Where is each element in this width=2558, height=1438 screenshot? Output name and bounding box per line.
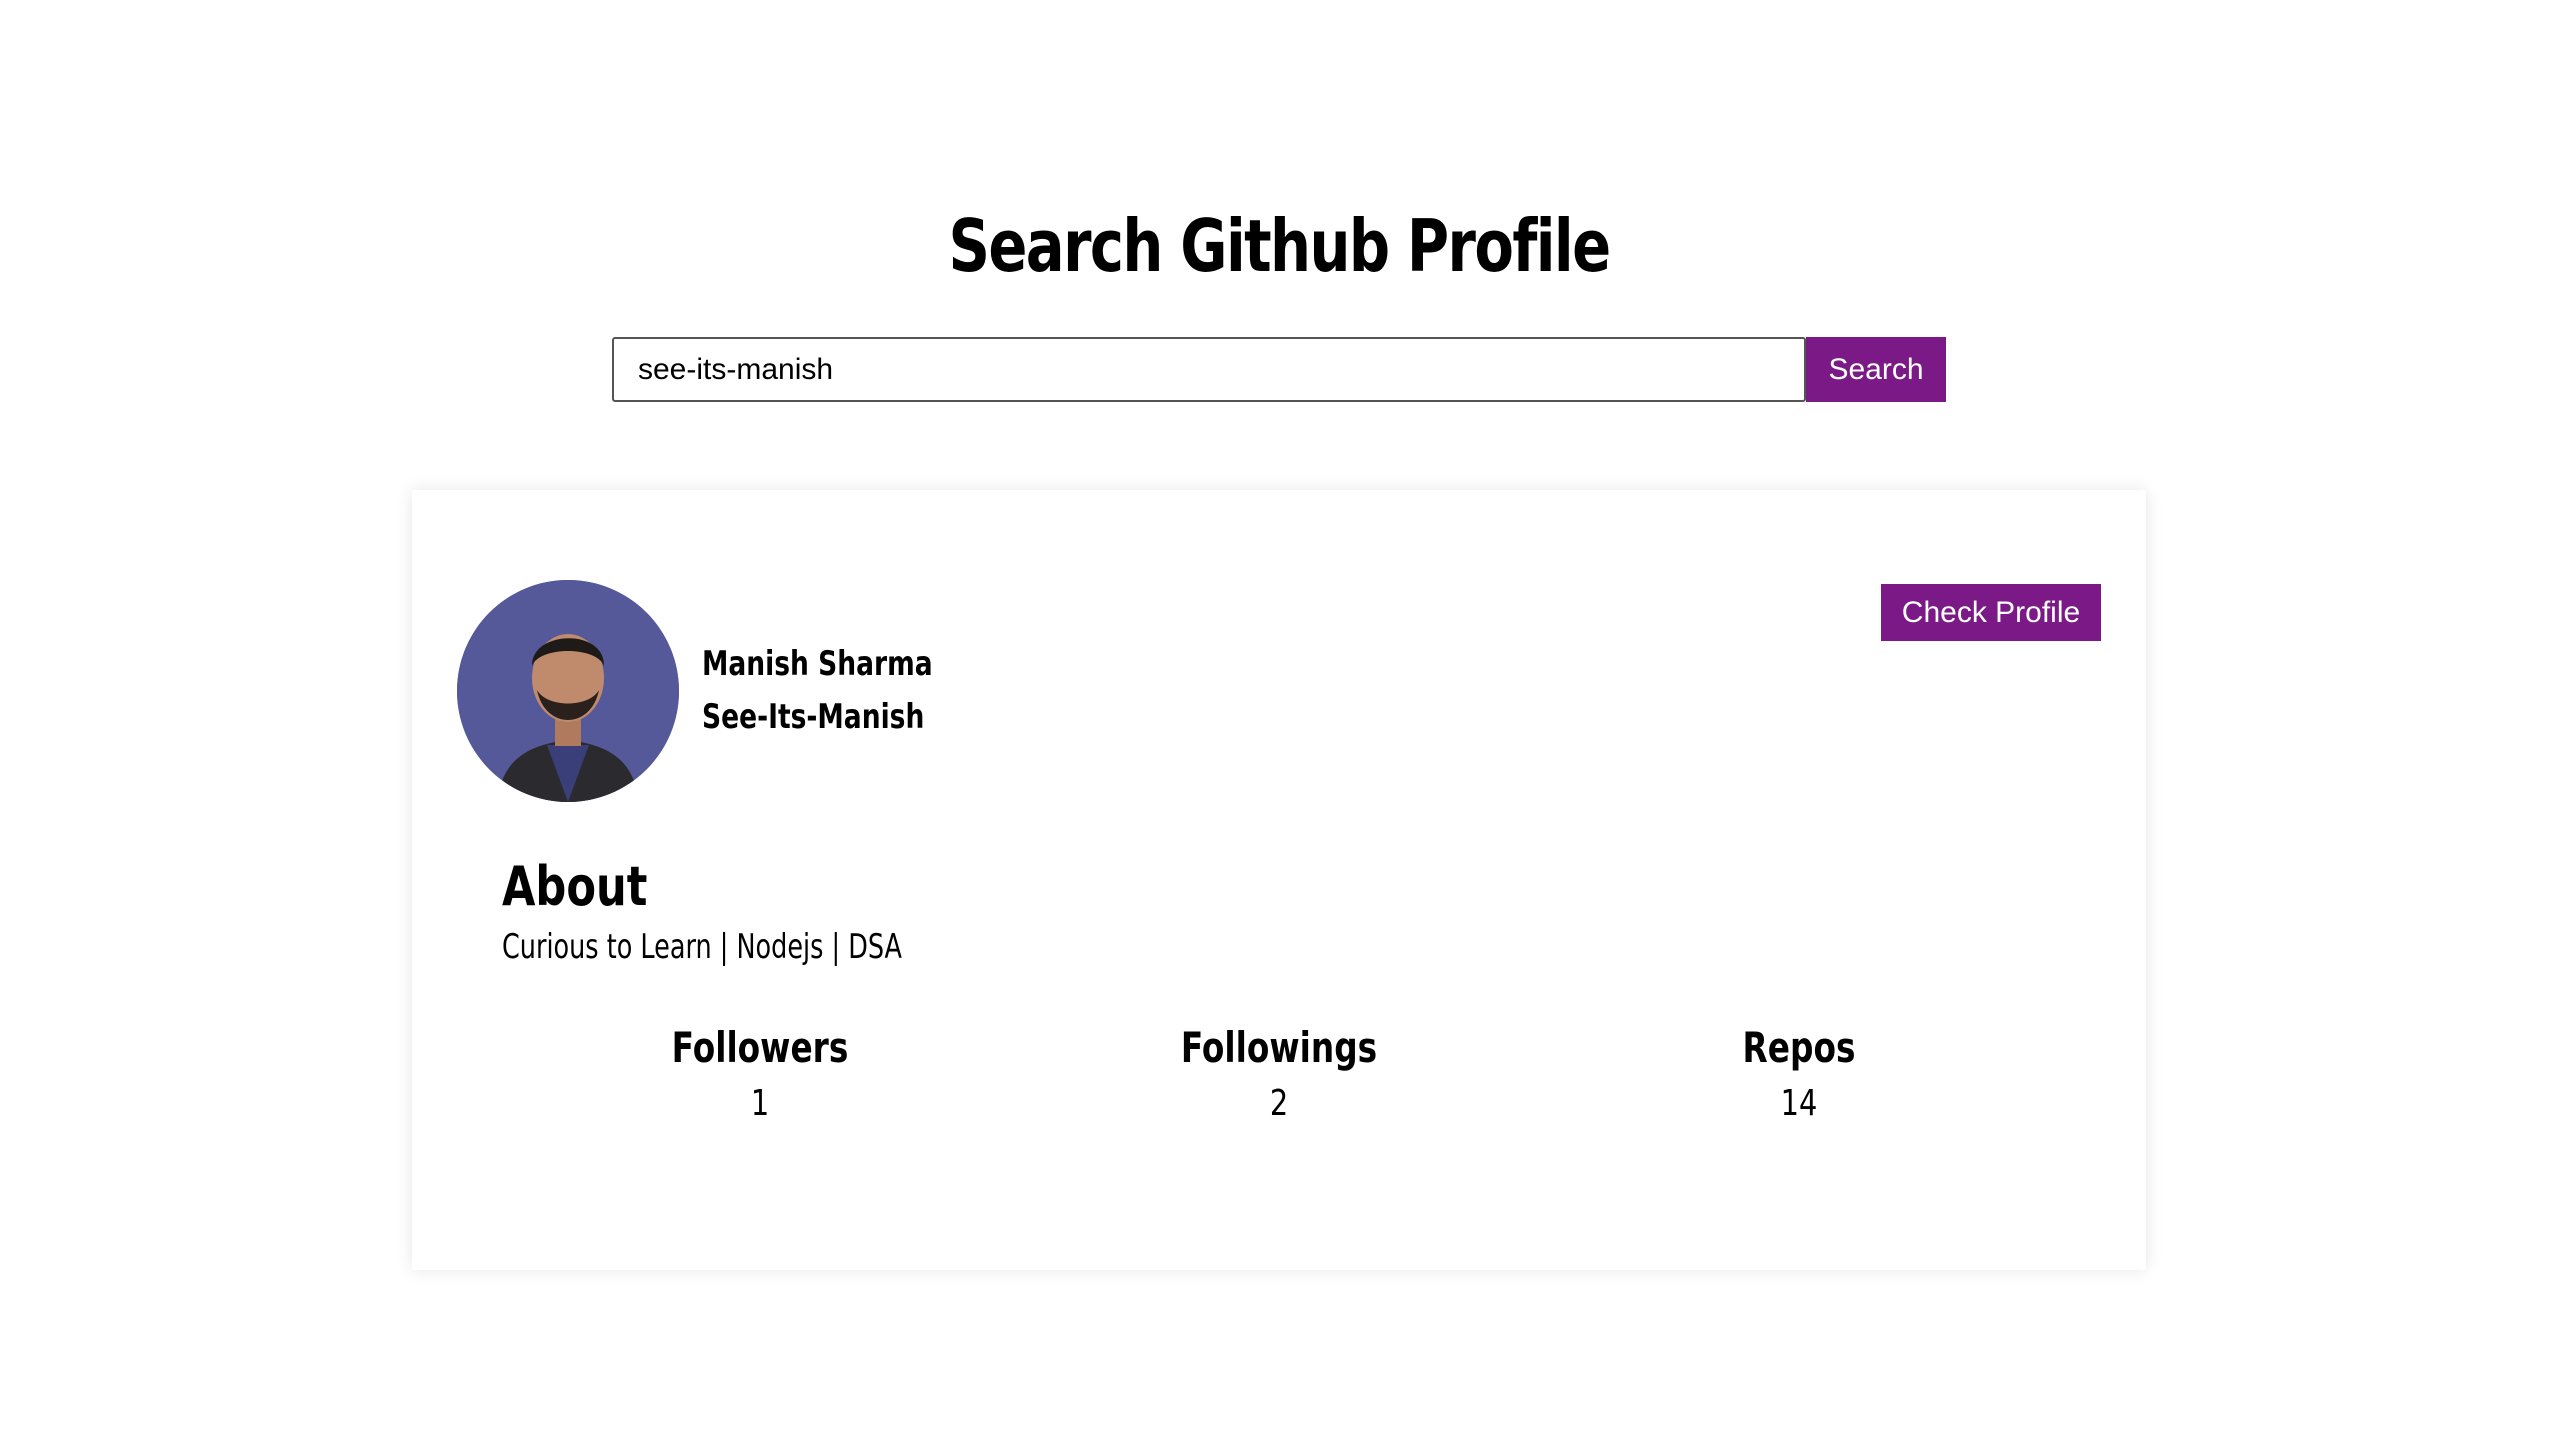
page-title: Search Github Profile [948,204,1611,289]
search-bar: Search [612,337,1946,402]
stat-label: Repos [1742,1023,1856,1072]
stat-value: 14 [1780,1083,1818,1124]
stat-repos: Repos 14 [1599,1020,1999,1132]
stat-value: 2 [1269,1083,1289,1124]
about-section: About Curious to Learn | Nodejs | DSA [502,852,1035,972]
profile-card: Manish Sharma See-Its-Manish Check Profi… [412,490,2146,1270]
stat-label: Followings [1180,1023,1378,1072]
check-profile-button[interactable]: Check Profile [1881,584,2101,641]
profile-username: See-Its-Manish [702,697,925,737]
stat-followings: Followings 2 [1079,1020,1479,1132]
about-bio: Curious to Learn | Nodejs | DSA [502,927,902,967]
user-photo-icon [457,580,679,802]
stat-value: 1 [750,1083,770,1124]
search-button[interactable]: Search [1806,337,1946,402]
about-heading: About [502,855,648,918]
profile-name: Manish Sharma [702,644,933,684]
user-names: Manish Sharma See-Its-Manish [702,638,933,744]
stat-label: Followers [671,1023,849,1072]
search-input[interactable] [612,337,1806,402]
stat-followers: Followers 1 [560,1020,960,1132]
avatar [457,580,679,802]
